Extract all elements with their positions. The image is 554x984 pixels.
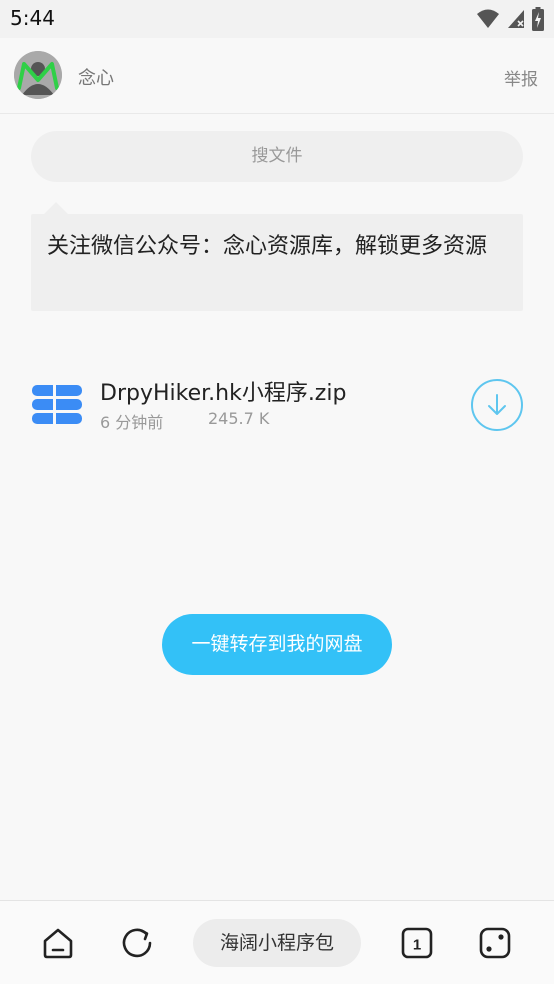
tabs-button[interactable]: 1 — [397, 923, 437, 963]
username[interactable]: 念心 — [78, 64, 114, 90]
tabs-count: 1 — [413, 937, 421, 954]
wifi-icon — [477, 9, 499, 28]
status-time: 5:44 — [10, 6, 55, 30]
home-icon — [43, 928, 73, 959]
status-icons — [476, 7, 544, 31]
more-button[interactable] — [475, 923, 515, 963]
report-button[interactable]: 举报 — [504, 65, 538, 90]
refresh-button[interactable] — [117, 923, 157, 963]
avatar[interactable] — [14, 51, 62, 99]
file-package-icon — [32, 384, 82, 426]
signal-icon — [508, 10, 524, 28]
file-name[interactable]: DrpyHiker.hk小程序.zip — [100, 375, 346, 407]
chat-header: 念心 举报 — [0, 38, 554, 114]
mini-program-pill[interactable]: 海阔小程序包 — [193, 919, 361, 967]
download-button[interactable] — [471, 379, 523, 431]
refresh-icon — [122, 928, 152, 958]
download-icon — [488, 394, 506, 415]
notice-message: 关注微信公众号：念心资源库，解锁更多资源 — [31, 214, 523, 311]
notice-bubble-tail — [44, 202, 68, 214]
file-list-item[interactable]: DrpyHiker.hk小程序.zip 6 分钟前 245.7 K — [31, 370, 523, 440]
home-button[interactable] — [38, 923, 78, 963]
save-to-drive-button[interactable]: 一键转存到我的网盘 — [162, 614, 392, 675]
dice-icon — [479, 927, 511, 959]
battery-charging-icon — [532, 7, 544, 31]
file-size: 245.7 K — [208, 409, 270, 428]
bottom-nav: 海阔小程序包 1 — [0, 900, 554, 984]
tabs-icon: 1 — [401, 927, 433, 959]
search-files-input[interactable]: 搜文件 — [31, 131, 523, 182]
file-time: 6 分钟前 — [100, 413, 164, 432]
status-bar: 5:44 — [0, 0, 554, 38]
avatar-icon — [14, 51, 62, 99]
